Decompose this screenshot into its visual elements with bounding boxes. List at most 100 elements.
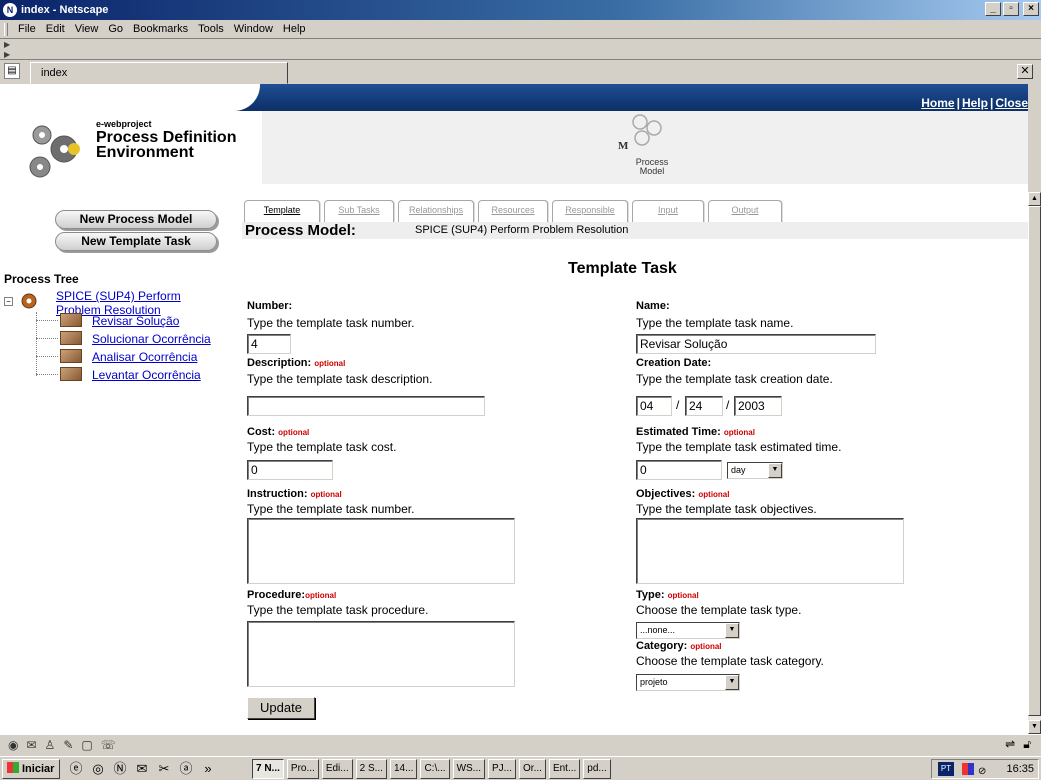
description-label: Description: optional <box>247 357 345 369</box>
number-label: Number: <box>247 300 293 312</box>
tree-item-levantar-ocorrencia[interactable]: Levantar Ocorrência <box>92 368 201 382</box>
chat-icon[interactable]: ▢ <box>81 738 92 752</box>
category-select[interactable]: projeto ▼ <box>636 674 740 691</box>
close-tab-button[interactable]: ✕ <box>1017 64 1033 79</box>
name-help: Type the template task name. <box>636 316 794 330</box>
tool-icon[interactable]: ✂ <box>156 761 172 777</box>
home-link[interactable]: Home <box>921 96 954 110</box>
update-button[interactable]: Update <box>247 697 315 719</box>
title-bar: N index - Netscape _ ▫ × <box>0 0 1041 20</box>
menu-window[interactable]: Window <box>234 23 273 35</box>
taskbar-button[interactable]: C:\... <box>420 759 450 779</box>
procedure-label-text: Procedure: <box>247 589 306 601</box>
app-icon[interactable]: ⓐ <box>178 761 194 777</box>
close-window-button[interactable]: × <box>1023 2 1039 16</box>
name-input[interactable]: Revisar Solução <box>636 334 876 354</box>
expand-toolbar-icon[interactable]: ▶ <box>4 50 10 59</box>
language-indicator[interactable]: PT <box>938 762 954 776</box>
chevron-down-icon[interactable]: ▼ <box>725 675 739 690</box>
tab-relationships[interactable]: Relationships <box>398 200 474 222</box>
tab-input[interactable]: Input <box>632 200 704 222</box>
taskbar-button[interactable]: Or... <box>519 759 546 779</box>
tree-collapse-icon[interactable]: − <box>4 297 13 306</box>
mail-icon[interactable]: ✉ <box>26 738 36 752</box>
navbar-curve <box>0 84 260 111</box>
menu-help[interactable]: Help <box>283 23 306 35</box>
taskbar-button-netscape[interactable]: 7 N... <box>252 759 284 779</box>
objectives-textarea[interactable] <box>636 518 904 584</box>
taskbar-button[interactable]: PJ... <box>488 759 517 779</box>
outlook-icon[interactable]: ✉ <box>134 761 150 777</box>
help-link[interactable]: Help <box>962 96 988 110</box>
menu-view[interactable]: View <box>75 23 99 35</box>
taskbar-button[interactable]: 14... <box>389 759 418 779</box>
type-select[interactable]: ...none... ▼ <box>636 622 740 639</box>
cost-input[interactable]: 0 <box>247 460 333 480</box>
tray-app-icon[interactable] <box>962 763 974 775</box>
name-label: Name: <box>636 300 670 312</box>
tab-resources[interactable]: Resources <box>478 200 548 222</box>
estimated-time-input[interactable]: 0 <box>636 460 722 480</box>
chevron-down-icon[interactable]: ▼ <box>725 623 739 638</box>
menu-edit[interactable]: Edit <box>46 23 65 35</box>
number-help: Type the template task number. <box>247 316 415 330</box>
taskbar-button[interactable]: pd... <box>583 759 611 779</box>
tab-sub-tasks[interactable]: Sub Tasks <box>324 200 394 222</box>
scroll-up-icon[interactable]: ▲ <box>1028 192 1041 206</box>
process-model-label: Process Model: <box>245 222 356 239</box>
collapsed-toolbars: ▶ ▶ <box>0 40 1041 60</box>
address-book-icon[interactable]: ♙ <box>45 738 56 752</box>
scroll-down-icon[interactable]: ▼ <box>1028 720 1041 734</box>
navigator-icon[interactable]: ◉ <box>8 738 18 752</box>
taskbar-button[interactable]: Pro... <box>286 759 319 779</box>
network-icon[interactable]: ⊘ <box>978 763 986 780</box>
taskbar-button[interactable]: WS... <box>452 759 486 779</box>
process-tree: − SPICE (SUP4) Perform Problem Resolutio… <box>4 288 244 398</box>
composer-icon[interactable]: ✎ <box>63 738 73 752</box>
tab-responsible[interactable]: Responsible <box>552 200 628 222</box>
logo-title-line2: Environment <box>96 144 194 161</box>
tree-item-revisar-solucao[interactable]: Revisar Solução <box>92 314 179 328</box>
browser-tab-strip: ▤ index ✕ <box>0 60 1041 84</box>
menu-go[interactable]: Go <box>108 23 123 35</box>
start-button[interactable]: Iniciar <box>2 759 60 779</box>
browser-icon[interactable]: ◎ <box>90 761 106 777</box>
number-input[interactable]: 4 <box>247 334 291 354</box>
tree-item-analisar-ocorrencia[interactable]: Analisar Ocorrência <box>92 350 197 364</box>
close-link[interactable]: Close <box>995 96 1028 110</box>
instruction-label-text: Instruction: <box>247 488 308 500</box>
minimize-button[interactable]: _ <box>985 2 1001 16</box>
tab-output[interactable]: Output <box>708 200 782 222</box>
vertical-scrollbar[interactable]: ▲ ▼ <box>1028 192 1041 734</box>
scrollbar-thumb[interactable] <box>1028 206 1041 716</box>
tree-item-solucionar-ocorrencia[interactable]: Solucionar Ocorrência <box>92 332 211 346</box>
description-input[interactable] <box>247 396 485 416</box>
type-select-value: ...none... <box>640 625 676 635</box>
tab-template[interactable]: Template <box>244 200 320 222</box>
procedure-textarea[interactable] <box>247 621 515 687</box>
estimated-time-unit-select[interactable]: day ▼ <box>727 462 783 479</box>
creation-date-day-input[interactable]: 24 <box>685 396 723 416</box>
toolbar-grip[interactable] <box>4 22 8 36</box>
taskbar-button[interactable]: 2 S... <box>355 759 387 779</box>
menu-tools[interactable]: Tools <box>198 23 224 35</box>
browser-tab[interactable]: index <box>30 62 288 84</box>
instruction-textarea[interactable] <box>247 518 515 584</box>
menu-bookmarks[interactable]: Bookmarks <box>133 23 188 35</box>
tree-root-link-line1[interactable]: SPICE (SUP4) Perform <box>56 289 181 303</box>
irc-icon[interactable]: ☏ <box>101 738 116 752</box>
taskbar-button[interactable]: Ent... <box>548 759 581 779</box>
security-icon[interactable]: 🔓︎ <box>1023 737 1031 752</box>
ie-icon[interactable]: ⓔ <box>68 761 84 777</box>
new-process-model-button[interactable]: New Process Model <box>55 210 217 229</box>
creation-date-month-input[interactable]: 04 <box>636 396 672 416</box>
more-icon[interactable]: » <box>200 761 216 777</box>
maximize-button[interactable]: ▫ <box>1003 2 1019 16</box>
menu-file[interactable]: File <box>18 23 36 35</box>
taskbar-button[interactable]: Edi... <box>321 759 353 779</box>
expand-toolbar-icon[interactable]: ▶ <box>4 40 10 49</box>
netscape-icon[interactable]: Ⓝ <box>112 761 128 777</box>
chevron-down-icon[interactable]: ▼ <box>768 463 782 478</box>
new-template-task-button[interactable]: New Template Task <box>55 232 217 251</box>
creation-date-year-input[interactable]: 2003 <box>734 396 782 416</box>
